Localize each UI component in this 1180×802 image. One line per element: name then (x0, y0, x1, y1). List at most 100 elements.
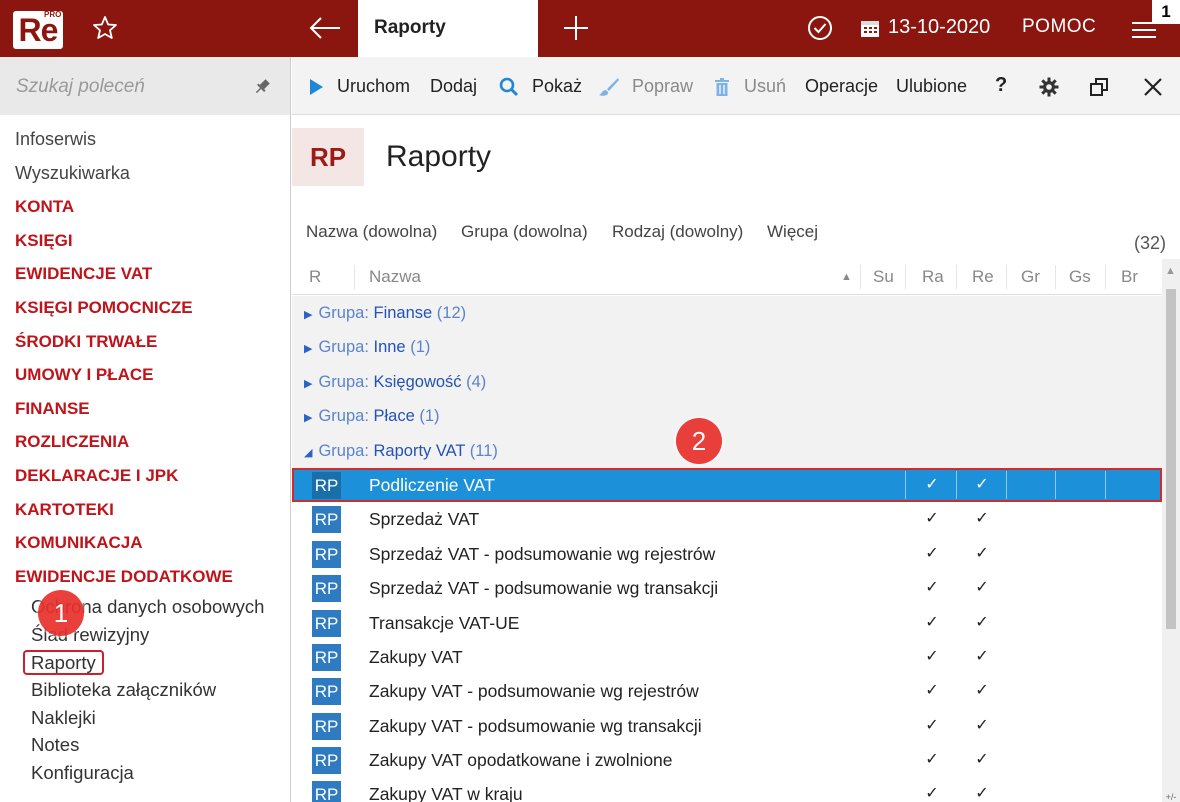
sort-asc-icon[interactable]: ▲ (841, 271, 852, 283)
sidebar-item[interactable]: EWIDENCJE VAT (0, 257, 290, 291)
expand-collapse-toggle[interactable]: +/- (1162, 792, 1180, 802)
re-check: ✓ (975, 579, 989, 597)
sidebar-subitem-label: Raporty (23, 649, 104, 675)
group-row[interactable]: ▶ Grupa: Księgowość (4) (292, 364, 1162, 401)
filter-name[interactable]: Nazwa (dowolna) (306, 222, 437, 242)
table-row[interactable]: RP Sprzedaż VAT - podsumowanie wg rejestr… (292, 537, 1162, 571)
sidebar-item[interactable]: KARTOTEKI (0, 493, 290, 527)
show-button[interactable]: Pokaż (532, 76, 582, 97)
sidebar-item[interactable]: KSIĘGI POMOCNICZE (0, 291, 290, 325)
table-row[interactable]: RP Zakupy VAT opodatkowane i zwolnione ✓ ✓ (292, 743, 1162, 777)
sidebar-subitem[interactable]: Konfiguracja (0, 759, 290, 787)
col-r[interactable]: R (309, 267, 321, 287)
col-gr[interactable]: Gr (1021, 267, 1040, 287)
restore-window-icon[interactable] (1089, 77, 1109, 97)
collapsed-icon[interactable]: ▶ (304, 332, 312, 366)
brush-icon[interactable] (598, 77, 619, 97)
help-button[interactable]: ? (995, 74, 1007, 97)
table-row[interactable]: RP Transakcje VAT-UE ✓ ✓ (292, 606, 1162, 640)
record-count: (32) (1133, 233, 1166, 253)
group-row[interactable]: ◢ Grupa: Raporty VAT (11) (292, 433, 1162, 470)
sidebar-item[interactable]: ŚRODKI TRWAŁE (0, 325, 290, 359)
check-circle-icon[interactable] (806, 14, 834, 42)
collapsed-icon[interactable]: ▶ (304, 401, 312, 435)
sidebar-item[interactable]: UMOWY I PŁACE (0, 358, 290, 392)
group-row[interactable]: ▶ Grupa: Finanse (12) (292, 296, 1162, 332)
sidebar-item[interactable]: DEKLARACJE I JPK (0, 459, 290, 493)
sidebar-item[interactable]: Infoserwis (0, 123, 290, 157)
sidebar-subitem[interactable]: Naklejki (0, 704, 290, 732)
cell-separator (1105, 470, 1106, 499)
sidebar-item[interactable]: Wyszukiwarka (0, 157, 290, 191)
star-icon[interactable] (90, 13, 120, 43)
operations-menu[interactable]: Operacje (805, 76, 878, 97)
sidebar-subitem[interactable]: Raporty (0, 649, 290, 677)
sidebar-subitem[interactable]: Biblioteka załączników (0, 676, 290, 704)
tab-raporty[interactable]: Raporty (358, 0, 538, 57)
col-ra[interactable]: Ra (922, 267, 944, 287)
report-name: Transakcje VAT-UE (369, 612, 520, 633)
edit-button[interactable]: Popraw (632, 76, 693, 97)
table-row[interactable]: RP Sprzedaż VAT ✓ ✓ (292, 502, 1162, 536)
app-logo[interactable]: Re PRO (13, 7, 68, 51)
ra-check: ✓ (925, 475, 939, 493)
sidebar-item[interactable]: EWIDENCJE DODATKOWE (0, 560, 290, 594)
group-name: Finanse (373, 304, 433, 322)
add-button[interactable]: Dodaj (430, 76, 477, 97)
tab-label: Raporty (374, 17, 446, 38)
group-row[interactable]: ▶ Grupa: Inne (1) (292, 330, 1162, 366)
group-row[interactable]: ▶ Grupa: Płace (1) (292, 399, 1162, 435)
trash-icon[interactable] (712, 77, 732, 97)
re-check: ✓ (975, 682, 989, 700)
col-name[interactable]: Nazwa (369, 267, 421, 287)
table-row[interactable]: RP Podliczenie VAT ✓ ✓ (292, 467, 1162, 503)
sidebar-item[interactable]: FINANSE (0, 392, 290, 426)
col-re[interactable]: Re (972, 267, 994, 287)
col-br[interactable]: Br (1121, 267, 1138, 287)
sidebar-item[interactable]: ROZLICZENIA (0, 425, 290, 459)
sidebar-item[interactable]: KOMUNIKACJA (0, 526, 290, 560)
search-icon[interactable] (499, 77, 519, 97)
ra-check: ✓ (925, 613, 939, 631)
add-tab-icon[interactable] (561, 13, 591, 43)
report-name: Zakupy VAT - podsumowanie wg rejestrów (369, 681, 699, 702)
table-row[interactable]: RP Zakupy VAT w kraju ✓ ✓ (292, 777, 1162, 802)
sidebar-subitem[interactable]: Notes (0, 731, 290, 759)
pin-icon[interactable] (253, 78, 271, 96)
expanded-icon[interactable]: ◢ (304, 436, 312, 470)
play-icon[interactable] (306, 77, 326, 97)
col-su[interactable]: Su (873, 267, 894, 287)
collapsed-icon[interactable]: ▶ (304, 367, 312, 401)
col-separator (1006, 265, 1007, 289)
re-check: ✓ (975, 716, 989, 734)
col-gs[interactable]: Gs (1069, 267, 1091, 287)
table-row[interactable]: RP Zakupy VAT ✓ ✓ (292, 640, 1162, 674)
favorites-menu[interactable]: Ulubione (896, 76, 967, 97)
table-row[interactable]: RP Sprzedaż VAT - podsumowanie wg transak… (292, 571, 1162, 605)
re-check: ✓ (975, 510, 989, 528)
calendar-icon[interactable] (860, 18, 880, 38)
back-arrow-icon[interactable] (306, 13, 344, 43)
scroll-thumb[interactable] (1166, 289, 1176, 629)
vertical-scrollbar[interactable]: ▲ +/- (1162, 259, 1180, 802)
sidebar-item[interactable]: KONTA (0, 190, 290, 224)
sidebar-item[interactable]: KSIĘGI (0, 224, 290, 258)
collapsed-icon[interactable]: ▶ (304, 298, 312, 332)
help-link[interactable]: POMOC (1022, 16, 1096, 38)
current-date[interactable]: 13-10-2020 (888, 16, 990, 39)
report-name: Zakupy VAT opodatkowane i zwolnione (369, 750, 673, 771)
gear-icon[interactable] (1039, 77, 1059, 97)
table-row[interactable]: RP Zakupy VAT - podsumowanie wg rejestrów… (292, 674, 1162, 708)
report-name: Zakupy VAT (369, 646, 463, 667)
table-row[interactable]: RP Zakupy VAT - podsumowanie wg transakcj… (292, 709, 1162, 743)
filter-more[interactable]: Więcej (767, 222, 818, 242)
report-type-icon: RP (312, 747, 341, 775)
group-label: Grupa (318, 338, 365, 357)
filter-group[interactable]: Grupa (dowolna) (461, 222, 588, 242)
scroll-up-icon[interactable]: ▲ (1165, 265, 1176, 277)
delete-button[interactable]: Usuń (744, 76, 786, 97)
search-input[interactable] (16, 72, 246, 102)
run-button[interactable]: Uruchom (337, 76, 410, 97)
close-icon[interactable] (1143, 77, 1163, 97)
filter-kind[interactable]: Rodzaj (dowolny) (612, 222, 743, 242)
